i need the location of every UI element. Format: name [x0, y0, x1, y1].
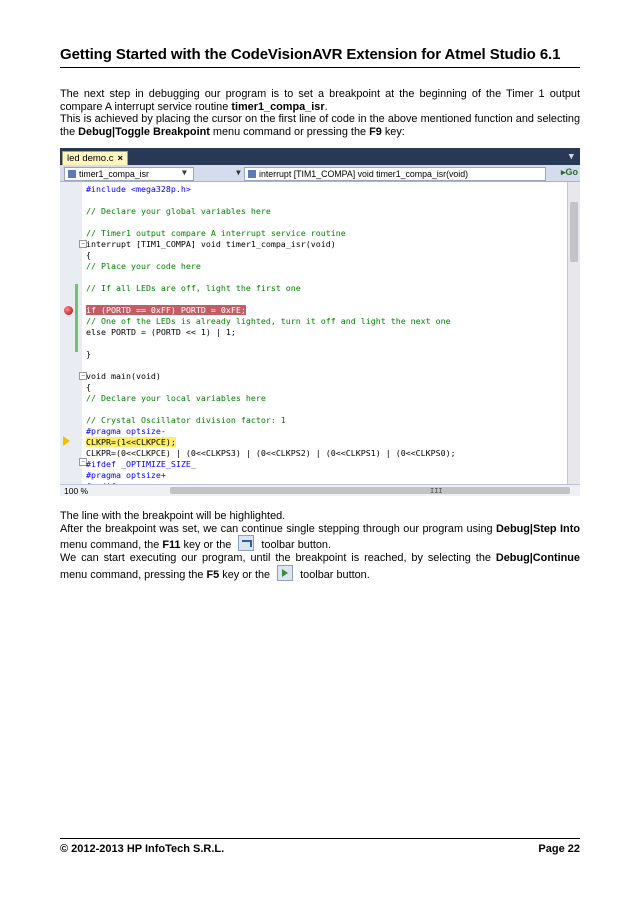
menu-command: Debug|Toggle Breakpoint [78, 126, 210, 139]
change-marker [75, 284, 78, 352]
code-line: #include <mega328p.h> [86, 184, 191, 195]
continue-icon [277, 564, 294, 581]
document-tab-bar: led demo.c × ▼ [60, 148, 580, 166]
code-line: // One of the LEDs is already lighted, t… [86, 316, 451, 327]
function-name: timer1_compa_isr [231, 100, 325, 113]
intro-text: the [60, 126, 79, 139]
code-text: { [86, 250, 91, 260]
vertical-scrollbar[interactable] [567, 182, 580, 484]
code-line: // Place your code here [86, 261, 201, 272]
chevron-down-icon[interactable]: ▼ [236, 168, 241, 177]
body-text: After the breakpoint was set, we can con… [60, 522, 497, 535]
code-text: #pragma optsize+ [86, 470, 166, 480]
breakpoint-line: if (PORTD == 0xFF) PORTD = 0xFE; [86, 305, 246, 316]
intro-text: A interrupt service routine [104, 100, 232, 113]
go-button[interactable]: ▸Go [561, 167, 578, 178]
code-line: { [86, 250, 91, 261]
menu-command: Debug|Step Into [496, 522, 580, 535]
code-line: // Declare your global variables here [86, 206, 271, 217]
horizontal-scrollbar[interactable]: III [170, 487, 570, 495]
navigation-bar: timer1_compa_isr ▼ ▼ interrupt [TIM1_COM… [60, 165, 580, 182]
footer-copyright: © 2012-2013 HP InfoTech S.R.L. [60, 843, 225, 855]
code-text: } [86, 349, 91, 359]
code-text: #ifdef _OPTIMIZE_SIZE_ [86, 459, 196, 469]
code-text: // Declare your local variables here [86, 393, 266, 403]
code-line: // If all LEDs are off, light the first … [86, 283, 301, 294]
code-text: // Timer1 output compare A interrupt ser… [86, 228, 346, 238]
function-icon [68, 170, 76, 178]
body-text: key or the [180, 539, 235, 552]
code-line: #pragma optsize+ [86, 470, 166, 481]
current-line-arrow-icon [63, 436, 70, 446]
code-text: else PORTD = (PORTD << 1) | 1; [86, 327, 236, 337]
code-text: // Place your code here [86, 261, 201, 271]
code-text: interrupt [TIM1_COMPA] void timer1_compa… [86, 239, 336, 249]
scope-combo[interactable]: timer1_compa_isr [64, 167, 194, 181]
code-line: // Crystal Oscillator division factor: 1 [86, 415, 286, 426]
member-combo-value: interrupt [TIM1_COMPA] void timer1_compa… [259, 169, 469, 179]
chevron-down-icon[interactable]: ▼ [182, 168, 187, 177]
editor-status-bar: 100 % III [60, 484, 580, 496]
key-name: F11 [162, 539, 181, 552]
body-text: menu command, the [60, 539, 163, 552]
tab-label: led demo.c [67, 153, 114, 164]
code-line: #pragma optsize- [86, 426, 166, 437]
code-text: // If all LEDs are off, light the first … [86, 283, 301, 293]
body-text: command, pressing the [90, 568, 207, 581]
code-line: interrupt [TIM1_COMPA] void timer1_compa… [86, 239, 336, 250]
code-text: CLKPR=(0<<CLKPCE) | (0<<CLKPS3) | (0<<CL… [86, 448, 456, 458]
intro-paragraph: The next step in debugging our program i… [60, 88, 580, 139]
intro-text: menu command or pressing the [209, 126, 370, 139]
intro-text: key: [381, 126, 405, 139]
code-text: { [86, 382, 91, 392]
chevron-down-icon[interactable]: ▼ [569, 152, 574, 162]
code-text: // Crystal Oscillator division factor: 1 [86, 415, 286, 425]
grip-icon: III [430, 487, 443, 495]
code-line: else PORTD = (PORTD << 1) | 1; [86, 327, 236, 338]
body-text: menu [60, 568, 88, 581]
intro-text: . [324, 100, 328, 113]
body-text: toolbar button. [258, 539, 332, 552]
code-line: // Timer1 output compare A interrupt ser… [86, 228, 346, 239]
code-text: void main(void) [86, 371, 161, 381]
code-text: #include <mega328p.h> [86, 184, 191, 194]
code-text: if (PORTD == 0xFF) PORTD = 0xFE; [86, 305, 246, 315]
code-editor[interactable]: − − − #include <mega328p.h> // Declare y… [60, 182, 568, 491]
code-line: { [86, 382, 91, 393]
body-text: key or the [219, 568, 274, 581]
body-text: toolbar button. [297, 568, 370, 581]
document-tab[interactable]: led demo.c × [62, 151, 129, 166]
function-icon [248, 170, 256, 178]
code-text: CLKPR=(1<<CLKPCE); [86, 437, 176, 447]
member-combo[interactable]: interrupt [TIM1_COMPA] void timer1_compa… [244, 167, 546, 181]
code-line: } [86, 349, 91, 360]
key-name: F5 [206, 568, 220, 581]
footer-page-number: Page 22 [538, 843, 580, 855]
zoom-level[interactable]: 100 % [64, 486, 88, 496]
scroll-thumb[interactable] [570, 202, 578, 262]
code-line: void main(void) [86, 371, 161, 382]
breakpoint-icon[interactable] [64, 306, 73, 315]
body-text: We can start executing our program, unti… [60, 552, 496, 565]
key-name: F9 [369, 126, 382, 139]
page-header-title: Getting Started with the CodeVisionAVR E… [60, 46, 561, 63]
code-line: CLKPR=(0<<CLKPCE) | (0<<CLKPS3) | (0<<CL… [86, 448, 456, 459]
code-text: #pragma optsize- [86, 426, 166, 436]
current-line: CLKPR=(1<<CLKPCE); [86, 437, 176, 448]
ide-screenshot: led demo.c × ▼ timer1_compa_isr ▼ ▼ inter… [60, 148, 580, 496]
code-line: #ifdef _OPTIMIZE_SIZE_ [86, 459, 196, 470]
code-text: // One of the LEDs is already lighted, t… [86, 316, 451, 326]
scope-combo-value: timer1_compa_isr [79, 169, 149, 179]
code-text: // Declare your global variables here [86, 206, 271, 216]
after-paragraph: The line with the breakpoint will be hig… [60, 510, 580, 582]
header-rule [60, 67, 580, 68]
footer-rule [60, 838, 580, 839]
code-line: // Declare your local variables here [86, 393, 266, 404]
intro-text: This is achieved by placing the cursor o… [60, 113, 580, 126]
menu-command: Debug|Continue [495, 552, 580, 565]
step-into-icon [238, 535, 255, 552]
go-label: Go [565, 167, 579, 177]
close-icon[interactable]: × [117, 153, 123, 164]
body-text: The line with the breakpoint will be hig… [60, 510, 286, 522]
